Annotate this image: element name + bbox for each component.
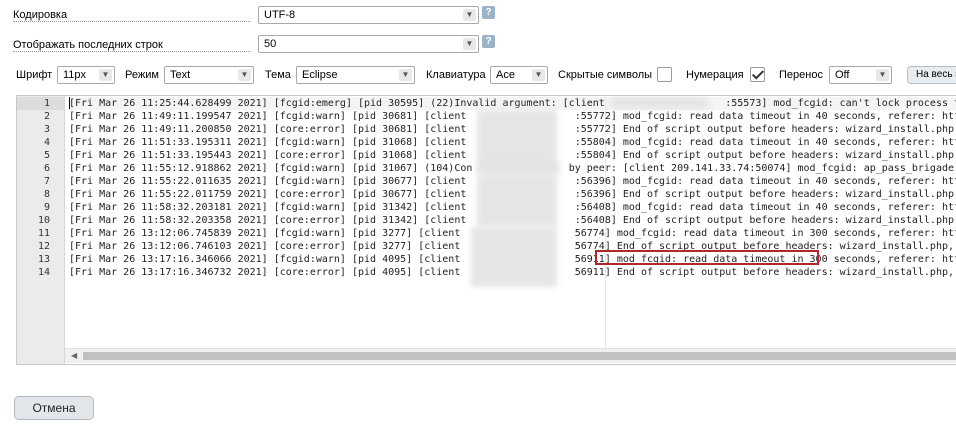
mode-label: Режим [125, 69, 159, 81]
scrollbar-thumb[interactable] [83, 352, 956, 360]
encoding-help-icon[interactable]: ? [482, 6, 495, 19]
line-number: 6 [43, 163, 50, 174]
lines-help-icon[interactable]: ? [482, 35, 495, 48]
theme-select[interactable]: Eclipse ▼ [296, 66, 415, 84]
line-number: 12 [37, 241, 50, 252]
font-size-value: 11px [63, 69, 87, 81]
redacted-ip-block [611, 97, 707, 109]
redacted-ip-block [479, 162, 559, 174]
redacted-ip-block [477, 175, 557, 227]
line-number: 2 [43, 111, 50, 122]
wrap-label: Перенос [779, 69, 823, 81]
line-number: 5 [43, 150, 50, 161]
chevron-down-icon: ▼ [463, 38, 476, 50]
line-number: 7 [43, 176, 50, 187]
mode-value: Text [170, 69, 191, 81]
line-number-gutter: 1 2 3 4 5 6 7 8 9 10 11 12 13 14 [17, 96, 65, 364]
redacted-ip-block [471, 227, 557, 287]
font-size-select[interactable]: 11px ▼ [57, 66, 115, 84]
keyboard-select[interactable]: Ace ▼ [490, 66, 548, 84]
fullscreen-button[interactable]: На весь э [907, 66, 956, 84]
text-cursor [69, 97, 70, 109]
hidden-symbols-checkbox[interactable] [657, 67, 672, 82]
encoding-label: Кодировка [13, 9, 251, 22]
theme-label: Тема [265, 69, 291, 81]
chevron-down-icon: ▼ [463, 9, 476, 21]
line-number: 13 [37, 254, 50, 265]
hidden-symbols-label: Скрытые символы [558, 69, 653, 81]
chevron-down-icon: ▼ [876, 69, 889, 81]
line-number: 10 [37, 215, 50, 226]
font-label: Шрифт [16, 69, 53, 81]
chevron-down-icon: ▼ [532, 69, 545, 81]
encoding-select-value: UTF-8 [264, 9, 296, 21]
highlight-annotation-box [595, 250, 819, 265]
numbering-label: Нумерация [686, 69, 744, 81]
line-number: 11 [37, 228, 50, 239]
line-number: 8 [43, 189, 50, 200]
numbering-checkbox[interactable] [750, 67, 765, 82]
active-line-number-highlight [17, 97, 64, 110]
lines-select[interactable]: 50 ▼ [258, 35, 479, 53]
log-line: [Fri Mar 26 11:25:44.628499 2021] [fcgid… [69, 98, 956, 109]
keyboard-label: Клавиатура [426, 69, 486, 81]
line-number: 4 [43, 137, 50, 148]
line-number: 1 [43, 98, 50, 109]
chevron-down-icon: ▼ [399, 69, 412, 81]
cancel-button[interactable]: Отмена [14, 396, 94, 420]
line-number: 14 [37, 267, 50, 278]
mode-select[interactable]: Text ▼ [164, 66, 254, 84]
wrap-select[interactable]: Off ▼ [829, 66, 892, 84]
log-editor[interactable]: 1 2 3 4 5 6 7 8 9 10 11 12 13 14 [Fri Mar 26 11:25:44… [16, 95, 956, 365]
lines-select-value: 50 [264, 38, 277, 50]
line-number: 3 [43, 124, 50, 135]
chevron-down-icon: ▼ [238, 69, 251, 81]
chevron-down-icon: ▼ [99, 69, 112, 81]
horizontal-scrollbar[interactable]: ◀ [65, 348, 956, 363]
theme-value: Eclipse [302, 69, 338, 81]
keyboard-value: Ace [496, 69, 515, 81]
line-number: 9 [43, 202, 50, 213]
wrap-value: Off [835, 69, 850, 81]
lines-label: Отображать последних строк [13, 39, 251, 52]
encoding-select[interactable]: UTF-8 ▼ [258, 6, 479, 24]
scroll-left-icon[interactable]: ◀ [71, 351, 77, 360]
